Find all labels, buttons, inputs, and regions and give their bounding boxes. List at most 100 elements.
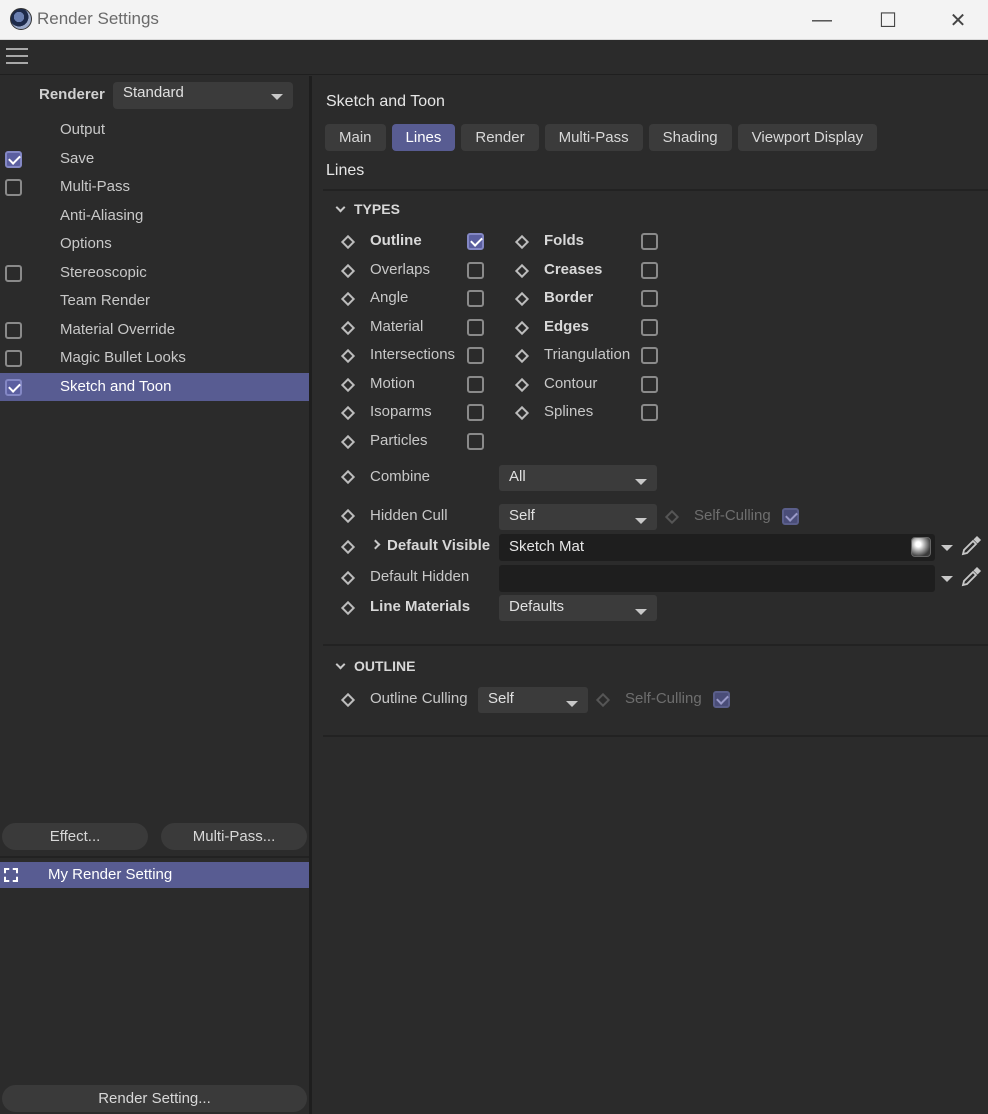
render-setting-button[interactable]: Render Setting... [2,1085,307,1112]
cinema4d-app-icon [10,8,32,30]
divider [323,644,988,646]
list-item-save[interactable]: Save [0,145,309,174]
list-item-team-render[interactable]: Team Render [0,287,309,316]
material-override-checkbox[interactable] [5,321,22,339]
keyframe-diamond-icon[interactable] [514,263,530,279]
hidden-cull-value: Self [509,507,535,524]
keyframe-diamond-icon[interactable] [340,539,356,555]
stereoscopic-checkbox[interactable] [5,264,22,282]
keyframe-diamond-icon[interactable] [340,508,356,524]
hidden-cull-dropdown[interactable]: Self [499,504,657,530]
tab-viewport-display[interactable]: Viewport Display [737,124,878,151]
self-culling-label: Self-Culling [694,507,771,524]
folds-checkbox[interactable] [641,233,658,250]
contour-checkbox[interactable] [641,376,658,393]
overlaps-checkbox[interactable] [467,262,484,279]
intersections-checkbox[interactable] [467,347,484,364]
list-item-label: Magic Bullet Looks [60,349,186,366]
default-visible-label[interactable]: Default Visible [370,537,490,554]
keyframe-diamond-icon[interactable] [340,320,356,336]
particles-checkbox[interactable] [467,433,484,450]
list-item-sketch-and-toon[interactable]: Sketch and Toon [0,372,309,401]
particles-label: Particles [370,432,428,449]
divider [323,189,988,191]
keyframe-diamond-icon[interactable] [340,348,356,364]
list-item-multipass[interactable]: Multi-Pass [0,173,309,202]
multipass-button[interactable]: Multi-Pass... [161,823,307,850]
keyframe-diamond-icon[interactable] [514,377,530,393]
creases-checkbox[interactable] [641,262,658,279]
keyframe-diamond-icon[interactable] [340,377,356,393]
chevron-down-icon [271,94,283,100]
magic-bullet-looks-checkbox[interactable] [5,350,22,367]
tab-multipass[interactable]: Multi-Pass [544,124,643,151]
outline-group-header[interactable]: OUTLINE [335,658,415,674]
effect-button[interactable]: Effect... [2,823,148,850]
list-item-options[interactable]: Options [0,230,309,259]
line-materials-dropdown[interactable]: Defaults [499,595,657,621]
keyframe-diamond-icon[interactable] [340,469,356,485]
list-item-stereoscopic[interactable]: Stereoscopic [0,259,309,288]
keyframe-diamond-icon[interactable] [340,600,356,616]
outline-checkbox[interactable] [467,233,484,250]
render-setting-label: My Render Setting [48,866,173,883]
border-checkbox[interactable] [641,290,658,307]
splines-checkbox[interactable] [641,404,658,421]
tab-shading[interactable]: Shading [648,124,732,151]
keyframe-diamond-icon[interactable] [340,570,356,586]
outline-culling-dropdown[interactable]: Self [478,687,588,713]
toolbar-strip [0,41,988,75]
keyframe-diamond-icon[interactable] [514,291,530,307]
keyframe-diamond-icon[interactable] [340,263,356,279]
triangulation-checkbox[interactable] [641,347,658,364]
list-item-label: Save [60,149,95,167]
minimize-button[interactable]: — [792,0,852,40]
default-hidden-link-field[interactable] [499,565,935,592]
attributes-panel: Sketch and Toon Main Lines Render Multi-… [315,76,988,1114]
keyframe-diamond-icon[interactable] [514,234,530,250]
hamburger-menu-icon[interactable] [6,48,28,66]
combine-value: All [509,468,526,485]
line-materials-label: Line Materials [370,598,471,615]
renderer-dropdown[interactable]: Standard [113,82,293,109]
self-culling-checkbox [782,508,799,525]
maximize-button[interactable]: ☐ [858,0,918,40]
keyframe-diamond-icon[interactable] [340,692,356,708]
list-item-material-override[interactable]: Material Override [0,316,309,345]
keyframe-diamond-icon[interactable] [514,348,530,364]
isoparms-checkbox[interactable] [467,404,484,421]
tab-main[interactable]: Main [325,124,386,151]
motion-checkbox[interactable] [467,376,484,393]
eyedropper-icon[interactable] [960,535,982,557]
tab-lines[interactable]: Lines [391,124,456,151]
sketch-and-toon-checkbox[interactable] [5,378,22,396]
multipass-checkbox[interactable] [5,179,22,196]
edges-checkbox[interactable] [641,319,658,336]
keyframe-diamond-icon[interactable] [340,434,356,450]
creases-label: Creases [544,261,603,278]
list-item-output[interactable]: Output [0,116,309,145]
list-item-label: Anti-Aliasing [60,206,144,224]
types-group-header[interactable]: TYPES [335,201,400,217]
default-visible-link-field[interactable]: Sketch Mat [499,534,935,561]
edges-label: Edges [544,318,590,335]
keyframe-diamond-icon[interactable] [340,405,356,421]
tab-render[interactable]: Render [461,124,539,151]
chevron-down-icon[interactable] [941,545,953,551]
material-checkbox[interactable] [467,319,484,336]
keyframe-diamond-icon[interactable] [514,405,530,421]
keyframe-diamond-icon[interactable] [340,234,356,250]
close-button[interactable]: ✕ [928,0,988,40]
angle-checkbox[interactable] [467,290,484,307]
list-item-anti-aliasing[interactable]: Anti-Aliasing [0,202,309,231]
save-checkbox[interactable] [5,150,22,168]
outline-label: Outline [370,232,422,249]
keyframe-diamond-icon[interactable] [514,320,530,336]
keyframe-diamond-icon[interactable] [340,291,356,307]
render-setting-list-item[interactable]: My Render Setting [0,862,309,888]
chevron-down-icon[interactable] [941,576,953,582]
combine-dropdown[interactable]: All [499,465,657,491]
list-item-magic-bullet-looks[interactable]: Magic Bullet Looks [0,344,309,373]
eyedropper-icon[interactable] [960,566,982,588]
keyframe-diamond-icon [664,509,680,525]
